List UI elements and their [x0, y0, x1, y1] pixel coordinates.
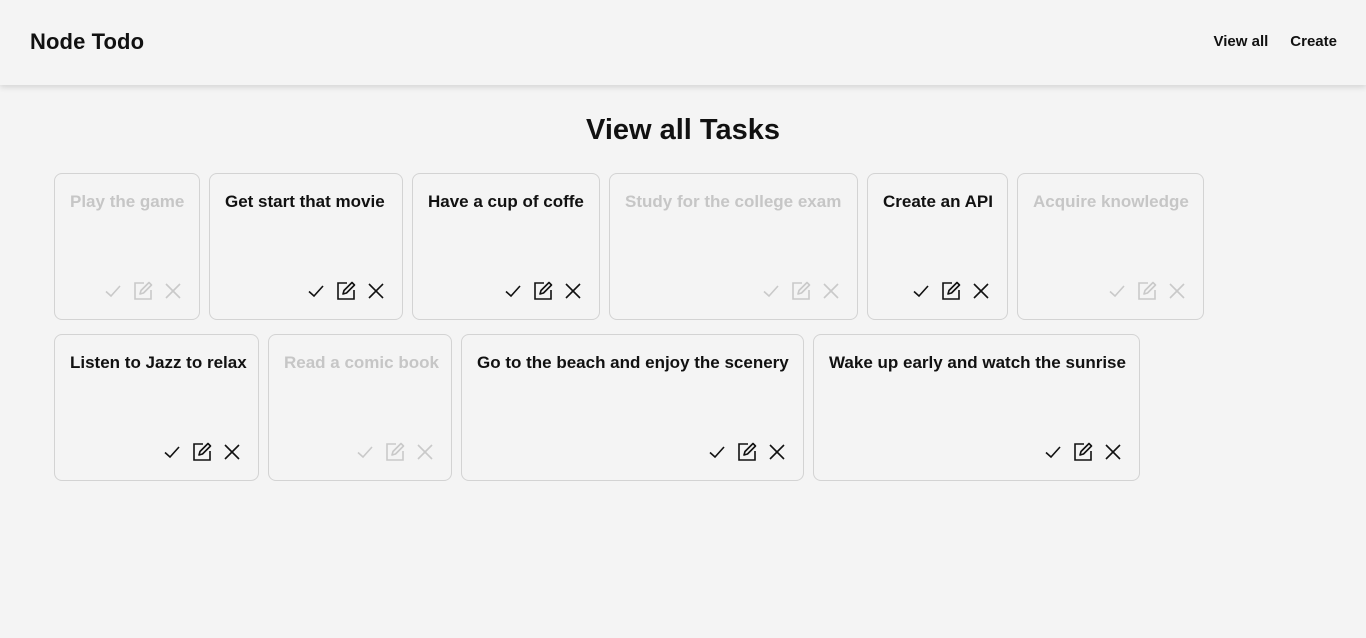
- navbar: Node Todo View all Create: [0, 0, 1366, 85]
- edit-icon[interactable]: [334, 279, 358, 303]
- check-icon[interactable]: [705, 440, 729, 464]
- close-icon[interactable]: [364, 279, 388, 303]
- close-icon[interactable]: [413, 440, 437, 464]
- edit-icon[interactable]: [1135, 279, 1159, 303]
- task-actions: [353, 440, 437, 464]
- task-title: Go to the beach and enjoy the scenery: [477, 353, 789, 372]
- nav-links: View all Create: [1214, 33, 1337, 50]
- task-actions: [501, 279, 585, 303]
- task-card: Create an API: [867, 173, 1008, 320]
- task-title: Read a comic book: [284, 353, 439, 372]
- edit-icon[interactable]: [383, 440, 407, 464]
- task-title: Get start that movie: [225, 192, 385, 211]
- edit-icon[interactable]: [190, 440, 214, 464]
- check-icon[interactable]: [304, 279, 328, 303]
- check-icon[interactable]: [1105, 279, 1129, 303]
- task-card: Listen to Jazz to relax: [54, 334, 259, 481]
- check-icon[interactable]: [353, 440, 377, 464]
- task-actions: [1105, 279, 1189, 303]
- check-icon[interactable]: [909, 279, 933, 303]
- task-title: Listen to Jazz to relax: [70, 353, 247, 372]
- edit-icon[interactable]: [531, 279, 555, 303]
- edit-icon[interactable]: [1071, 440, 1095, 464]
- task-actions: [304, 279, 388, 303]
- check-icon[interactable]: [160, 440, 184, 464]
- task-actions: [101, 279, 185, 303]
- close-icon[interactable]: [161, 279, 185, 303]
- task-card: Study for the college exam: [609, 173, 858, 320]
- task-card: Read a comic book: [268, 334, 452, 481]
- task-card: Get start that movie: [209, 173, 403, 320]
- brand-logo-text[interactable]: Node Todo: [30, 29, 144, 55]
- page-title: View all Tasks: [586, 114, 780, 146]
- task-title: Create an API: [883, 192, 993, 211]
- close-icon[interactable]: [969, 279, 993, 303]
- check-icon[interactable]: [759, 279, 783, 303]
- check-icon[interactable]: [101, 279, 125, 303]
- task-card: Play the game: [54, 173, 200, 320]
- nav-link-view-all[interactable]: View all: [1214, 33, 1269, 50]
- nav-link-create[interactable]: Create: [1290, 33, 1337, 50]
- close-icon[interactable]: [220, 440, 244, 464]
- task-actions: [1041, 440, 1125, 464]
- edit-icon[interactable]: [939, 279, 963, 303]
- task-title: Wake up early and watch the sunrise: [829, 353, 1126, 372]
- close-icon[interactable]: [765, 440, 789, 464]
- task-card: Wake up early and watch the sunrise: [813, 334, 1140, 481]
- edit-icon[interactable]: [131, 279, 155, 303]
- close-icon[interactable]: [1165, 279, 1189, 303]
- close-icon[interactable]: [819, 279, 843, 303]
- task-card: Have a cup of coffe: [412, 173, 600, 320]
- task-title: Acquire knowledge: [1033, 192, 1189, 211]
- task-actions: [705, 440, 789, 464]
- task-actions: [160, 440, 244, 464]
- close-icon[interactable]: [561, 279, 585, 303]
- task-card: Acquire knowledge: [1017, 173, 1204, 320]
- edit-icon[interactable]: [789, 279, 813, 303]
- task-actions: [759, 279, 843, 303]
- check-icon[interactable]: [1041, 440, 1065, 464]
- task-title: Play the game: [70, 192, 185, 211]
- edit-icon[interactable]: [735, 440, 759, 464]
- close-icon[interactable]: [1101, 440, 1125, 464]
- task-card: Go to the beach and enjoy the scenery: [461, 334, 804, 481]
- check-icon[interactable]: [501, 279, 525, 303]
- task-actions: [909, 279, 993, 303]
- task-title: Have a cup of coffe: [428, 192, 584, 211]
- task-title: Study for the college exam: [625, 192, 842, 211]
